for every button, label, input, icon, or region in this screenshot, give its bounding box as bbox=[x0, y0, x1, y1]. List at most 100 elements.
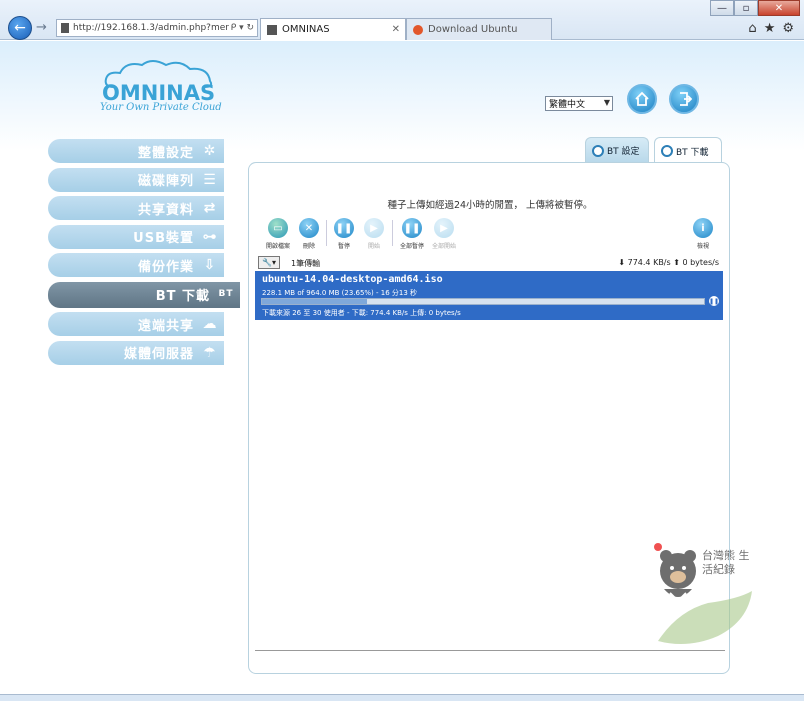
share-arrows-icon: ⇄ bbox=[203, 200, 217, 216]
omninas-favicon-icon bbox=[267, 24, 277, 35]
info-label: 檢視 bbox=[696, 243, 709, 250]
total-speed: ⬇ 774.4 KB/s ⬆ 0 bytes/s bbox=[618, 258, 719, 267]
play-icon: ▶ bbox=[364, 218, 384, 238]
language-select[interactable]: 繁體中文 ▼ bbox=[545, 96, 613, 111]
sidebar-item-label: BT 下載 bbox=[155, 289, 210, 304]
favorites-star-icon[interactable]: ★ bbox=[764, 21, 776, 36]
usb-icon: ⊶ bbox=[202, 228, 218, 245]
sidebar-item-label: 磁碟陣列 bbox=[137, 174, 194, 189]
remote-share-icon: ☁ bbox=[202, 316, 218, 332]
sidebar-menu: 整體設定 ✲ 磁碟陣列 ☰ 共享資料 ⇄ USB裝置 ⊶ 備份作業 ⇩ BT 下… bbox=[48, 139, 240, 369]
sidebar-item-shared-data[interactable]: 共享資料 ⇄ bbox=[48, 196, 224, 220]
pause-all-label: 全部暫停 bbox=[399, 243, 424, 250]
address-url[interactable]: http://192.168.1.3/admin.php?mer bbox=[73, 23, 231, 33]
info-button[interactable]: i 檢視 bbox=[688, 218, 718, 250]
page-icon bbox=[61, 23, 69, 33]
delete-label: 刪除 bbox=[302, 243, 315, 250]
start-label: 開始 bbox=[367, 243, 380, 250]
ubuntu-favicon-icon bbox=[413, 24, 423, 35]
page: OMNINAS Your Own Private Cloud 繁體中文 ▼ 整體… bbox=[0, 41, 804, 701]
sidebar-item-label: USB裝置 bbox=[133, 231, 194, 246]
sidebar-item-remote-share[interactable]: 遠端共享 ☁ bbox=[48, 312, 224, 336]
minimize-button[interactable]: — bbox=[710, 0, 734, 16]
torrent-progress-text: 228.1 MB of 964.0 MB (23.65%) - 16 分13 秒 bbox=[262, 289, 418, 297]
sidebar-item-bt-download[interactable]: BT 下載 BT bbox=[48, 281, 240, 308]
back-button[interactable]: ← bbox=[8, 16, 32, 40]
pause-button[interactable]: ❚❚ 暫停 bbox=[329, 218, 359, 250]
tab-label: BT 下載 bbox=[676, 147, 709, 158]
delete-button[interactable]: ✕ 刪除 bbox=[294, 218, 324, 250]
folder-open-icon: ▭ bbox=[268, 218, 288, 238]
start-all-button[interactable]: ▶ 全部開始 bbox=[429, 218, 459, 250]
sidebar-item-system-settings[interactable]: 整體設定 ✲ bbox=[48, 139, 224, 163]
transfer-toolbar: ▭ 開啟檔案 ✕ 刪除 ❚❚ 暫停 ▶ 開始 ❚❚ 全部暫停 ▶ 全部開始 i … bbox=[263, 218, 721, 254]
settings-icon: ✲ bbox=[203, 143, 217, 159]
open-torrent-label: 開啟檔案 bbox=[265, 243, 290, 250]
torrent-progress-bar bbox=[261, 298, 705, 305]
logout-icon bbox=[680, 92, 692, 106]
idle-notice: 種子上傳如經過24小時的閒置， 上傳將被暫停。 bbox=[387, 200, 593, 211]
watermark-text: 台灣熊 生活紀錄 bbox=[702, 549, 750, 576]
bt-download-tab-icon bbox=[661, 145, 673, 157]
play-all-icon: ▶ bbox=[434, 218, 454, 238]
disk-array-icon: ☰ bbox=[203, 171, 217, 188]
toolbar-divider bbox=[326, 220, 327, 246]
media-server-icon: ☂ bbox=[203, 344, 217, 361]
browser-chrome: — ▫ ✕ ← → http://192.168.1.3/admin.php?m… bbox=[0, 0, 804, 40]
pause-all-button[interactable]: ❚❚ 全部暫停 bbox=[397, 218, 427, 250]
window-controls: — ▫ ✕ bbox=[710, 0, 800, 16]
logout-button[interactable] bbox=[669, 84, 699, 114]
chevron-down-icon: ▼ bbox=[603, 98, 610, 107]
pause-label: 暫停 bbox=[337, 243, 350, 250]
pause-all-icon: ❚❚ bbox=[402, 218, 422, 238]
info-icon: i bbox=[693, 218, 713, 238]
start-all-label: 全部開始 bbox=[431, 243, 456, 250]
home-icon bbox=[635, 91, 649, 106]
tab-label: BT 設定 bbox=[607, 147, 640, 157]
logo-tagline: Your Own Private Cloud bbox=[100, 102, 222, 113]
tools-gear-icon[interactable]: ⚙ bbox=[782, 21, 794, 36]
browser-toolbar-icons: ⌂ ★ ⚙ bbox=[748, 21, 794, 36]
watermark-bear-logo: 台灣熊 生活紀錄 bbox=[648, 541, 758, 651]
tab-bt-settings[interactable]: BT 設定 bbox=[585, 137, 649, 163]
wrench-icon: 🔧▾ bbox=[262, 258, 276, 267]
sidebar-item-label: 媒體伺服器 bbox=[123, 347, 194, 362]
sidebar-item-media-server[interactable]: 媒體伺服器 ☂ bbox=[48, 340, 224, 365]
sidebar-item-label: 整體設定 bbox=[137, 145, 194, 161]
language-value: 繁體中文 bbox=[549, 100, 586, 110]
transfer-count: 1筆傳輸 bbox=[291, 259, 321, 268]
browser-tab-ubuntu[interactable]: Download Ubuntu bbox=[406, 18, 552, 40]
open-torrent-button[interactable]: ▭ 開啟檔案 bbox=[263, 218, 293, 250]
close-tab-icon[interactable]: ✕ bbox=[392, 24, 400, 35]
start-button[interactable]: ▶ 開始 bbox=[359, 218, 389, 250]
browser-tab-label: OMNINAS bbox=[282, 24, 330, 35]
browser-tab-omninas[interactable]: OMNINAS ✕ bbox=[260, 18, 406, 40]
forward-button[interactable]: → bbox=[36, 20, 47, 35]
delete-x-icon: ✕ bbox=[299, 218, 319, 238]
torrent-name: ubuntu-14.04-desktop-amd64.iso bbox=[262, 274, 443, 285]
torrent-pause-button[interactable]: ❚❚ bbox=[709, 296, 719, 306]
close-window-button[interactable]: ✕ bbox=[758, 0, 800, 16]
sidebar-item-usb-devices[interactable]: USB裝置 ⊶ bbox=[48, 224, 224, 249]
home-button[interactable] bbox=[627, 84, 657, 114]
pause-icon: ❚❚ bbox=[334, 218, 354, 238]
bt-settings-icon bbox=[592, 144, 604, 157]
sidebar-item-label: 遠端共享 bbox=[137, 318, 194, 334]
address-actions[interactable]: ᑭ ▾ ↻ bbox=[231, 23, 257, 33]
torrent-peers-text: 下載來源 26 至 30 使用者 - 下載: 774.4 KB/s 上傳: 0 … bbox=[262, 309, 461, 317]
settings-menu-button[interactable]: 🔧▾ bbox=[258, 256, 280, 269]
bt-download-icon: BT bbox=[218, 288, 234, 299]
torrent-progress-fill bbox=[262, 299, 367, 304]
maximize-button[interactable]: ▫ bbox=[734, 0, 758, 16]
window-bottom-frame bbox=[0, 694, 804, 701]
pause-icon: ❚❚ bbox=[708, 297, 720, 305]
torrent-row[interactable]: ubuntu-14.04-desktop-amd64.iso 228.1 MB … bbox=[255, 271, 723, 320]
sidebar-item-disk-array[interactable]: 磁碟陣列 ☰ bbox=[48, 167, 224, 192]
transfer-list-header: 🔧▾ 1筆傳輸 ⬇ 774.4 KB/s ⬆ 0 bytes/s bbox=[255, 256, 725, 270]
sidebar-item-backup[interactable]: 備份作業 ⇩ bbox=[48, 253, 224, 277]
tab-bt-download[interactable]: BT 下載 bbox=[654, 137, 722, 164]
address-bar[interactable]: http://192.168.1.3/admin.php?mer ᑭ ▾ ↻ bbox=[56, 19, 258, 37]
toolbar-divider bbox=[392, 220, 393, 246]
omninas-logo[interactable]: OMNINAS Your Own Private Cloud bbox=[96, 57, 226, 113]
home-icon[interactable]: ⌂ bbox=[748, 21, 756, 36]
